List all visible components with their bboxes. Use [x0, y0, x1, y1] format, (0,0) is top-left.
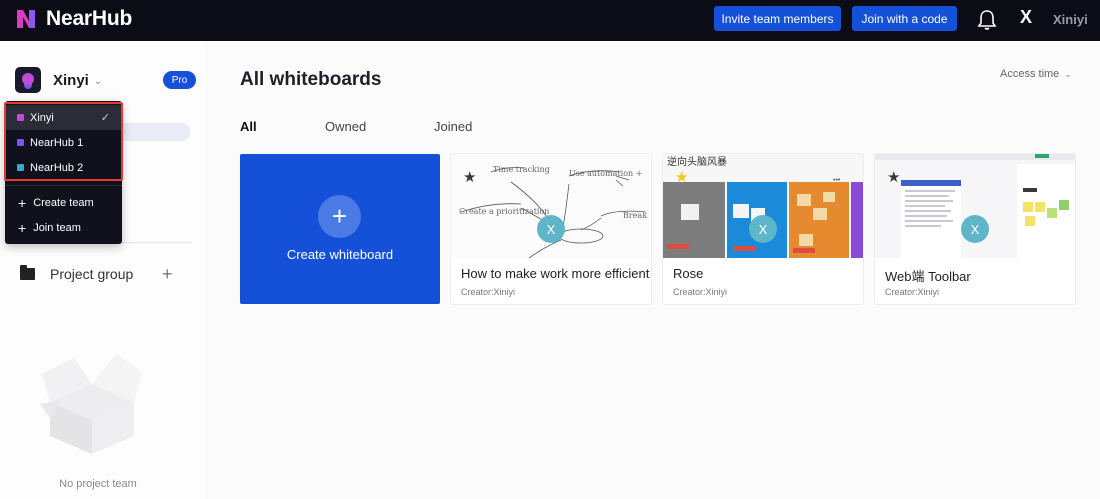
create-whiteboard-label: Create whiteboard [286, 247, 394, 262]
star-icon[interactable]: ★ [675, 168, 688, 186]
sort-label: Access time [1000, 68, 1060, 80]
svg-text:Create a prioritization: Create a prioritization [459, 207, 549, 216]
sort-dropdown[interactable]: Access time ⌄ [1000, 68, 1072, 80]
plus-icon: + [18, 220, 27, 236]
tab-joined[interactable]: Joined [434, 119, 472, 134]
plus-icon: + [318, 195, 361, 238]
whiteboard-title: Web端 Toolbar [885, 269, 971, 284]
whiteboard-title: Rose [673, 266, 704, 281]
sidebar-active-item-highlight [115, 123, 190, 141]
brand-name: NearHub [46, 7, 133, 30]
svg-text:Time tracking: Time tracking [493, 165, 550, 174]
folder-icon [20, 265, 35, 280]
top-bar: NearHub Invite team members Join with a … [0, 0, 1100, 41]
svg-text:•••: ••• [833, 177, 841, 184]
username-label[interactable]: Xiniyi [1053, 12, 1088, 27]
whiteboard-creator: Creator:Xiniyi [885, 287, 940, 297]
bell-icon[interactable] [977, 9, 997, 31]
collaborator-avatar: X [961, 215, 989, 243]
join-with-code-button[interactable]: Join with a code [852, 6, 957, 31]
tab-all[interactable]: All [240, 119, 257, 134]
whiteboard-creator: Creator:Xiniyi [461, 287, 516, 297]
nearhub-logo-icon [17, 10, 35, 28]
collaborator-avatar: X [749, 215, 777, 243]
dropdown-divider [5, 185, 122, 186]
invite-team-members-button[interactable]: Invite team members [714, 6, 841, 31]
chevron-down-icon: ⌄ [93, 75, 103, 87]
svg-text:Break: Break [623, 211, 647, 220]
brand-logo[interactable]: NearHub [14, 6, 132, 32]
user-avatar[interactable]: X [1020, 7, 1032, 28]
whiteboard-title: How to make work more efficient [461, 266, 650, 281]
svg-text:Use automation +: Use automation + [569, 169, 642, 178]
whiteboard-card[interactable]: 逆向头脑风暴 ••• ★ X Rose Creator:Xiniyi [663, 154, 863, 304]
tab-owned[interactable]: Owned [325, 119, 366, 134]
project-group-row[interactable]: Project group + [20, 264, 180, 285]
create-whiteboard-card[interactable]: + Create whiteboard [240, 154, 440, 304]
svg-text:逆向头脑风暴: 逆向头脑风暴 [667, 155, 727, 168]
project-group-label: Project group [50, 266, 134, 282]
team-switcher[interactable]: Xinyi ⌄ [15, 67, 102, 93]
empty-state-text: No project team [59, 478, 137, 490]
page-title: All whiteboards [240, 69, 382, 90]
collaborator-avatar: X [537, 215, 565, 243]
plus-icon: + [18, 195, 27, 211]
chevron-down-icon: ⌄ [1064, 68, 1072, 79]
empty-box-illustration [40, 354, 142, 454]
whiteboard-card[interactable]: ★ X Web端 Toolbar Creator:Xiniyi [875, 154, 1075, 304]
team-name: Xinyi [53, 71, 89, 89]
star-icon[interactable]: ★ [463, 168, 476, 186]
pro-badge: Pro [163, 71, 196, 89]
create-team-button[interactable]: + Create team [5, 191, 122, 215]
create-team-label: Create team [33, 197, 94, 209]
add-project-group-icon[interactable]: + [162, 264, 173, 285]
whiteboard-card[interactable]: Time tracking Use automation + Create a p… [451, 154, 651, 304]
join-team-label: Join team [33, 222, 81, 234]
whiteboard-creator: Creator:Xiniyi [673, 287, 728, 297]
annotation-highlight-box [4, 102, 123, 181]
team-icon [15, 67, 41, 93]
star-icon[interactable]: ★ [887, 168, 900, 186]
join-team-button[interactable]: + Join team [5, 216, 122, 240]
